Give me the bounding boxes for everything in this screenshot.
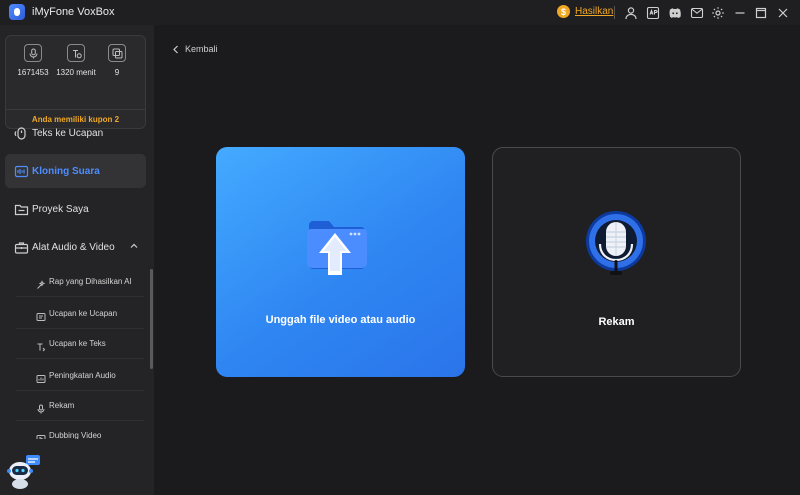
upload-folder-icon [307, 221, 367, 275]
app-logo-icon [9, 4, 25, 20]
sidebar-subitem-label: Ucapan ke Teks [49, 339, 106, 348]
account-stats-card: 1671453 1320 menit 9 Anda memiliki kupon… [5, 35, 146, 129]
mouse-voice-icon [13, 125, 29, 141]
ai-rap-icon [36, 277, 46, 289]
sidebar-subitem-ai-rap[interactable]: Rap yang Dihasilkan AI [16, 267, 144, 297]
mail-icon[interactable] [689, 5, 704, 20]
stat-minutes-value: 1320 menit [56, 68, 96, 77]
chevron-up-icon [130, 243, 138, 248]
audio-enhance-icon [36, 371, 46, 383]
title-bar-divider [614, 6, 615, 19]
sidebar-subitem-speech-to-speech[interactable]: Ucapan ke Ucapan [16, 299, 144, 329]
stat-characters: 1671453 [13, 44, 53, 77]
sidebar-item-label: Teks ke Ucapan [32, 127, 104, 139]
sidebar-subitem-record[interactable]: Rekam [16, 391, 144, 421]
sidebar-item-label: Alat Audio & Video [32, 241, 115, 253]
ai-assistant-robot-icon[interactable] [6, 453, 42, 489]
earn-button[interactable]: $ Hasilkan [557, 5, 613, 18]
record-icon [36, 401, 46, 413]
clone-icon [108, 44, 126, 62]
sidebar-item-text-to-speech[interactable]: Teks ke Ucapan [5, 116, 146, 150]
stat-characters-value: 1671453 [17, 68, 49, 77]
sidebar-subitem-label: Rap yang Dihasilkan AI [49, 277, 132, 286]
microphone-record-icon [586, 211, 646, 275]
close-icon[interactable] [775, 5, 790, 20]
minimize-icon[interactable] [732, 5, 747, 20]
stat-count: 9 [97, 44, 137, 77]
record-card[interactable]: Rekam [492, 147, 741, 377]
upload-file-card[interactable]: Unggah file video atau audio [216, 147, 465, 377]
toolbox-icon [13, 239, 29, 255]
app-title: iMyFone VoxBox [32, 6, 115, 18]
sidebar-subitem-label: Rekam [49, 401, 75, 410]
sidebar-subitem-label: Dubbing Video [49, 431, 102, 439]
earn-label: Hasilkan [575, 6, 614, 17]
sidebar-item-audio-video-tools[interactable]: Alat Audio & Video [5, 230, 146, 264]
sidebar-subitem-label: Ucapan ke Ucapan [49, 309, 118, 318]
folder-icon [13, 201, 29, 217]
sidebar-item-voice-cloning[interactable]: Kloning Suara [5, 154, 146, 188]
sidebar: 1671453 1320 menit 9 Anda memiliki kupon… [0, 25, 154, 495]
back-button[interactable]: Kembali [172, 44, 218, 54]
coin-icon: $ [557, 5, 570, 18]
dubbing-icon [36, 431, 46, 439]
sidebar-subitem-speech-to-text[interactable]: Ucapan ke Teks [16, 329, 144, 359]
app-icon[interactable] [645, 5, 660, 20]
microphone-icon [24, 44, 42, 62]
chevron-left-icon [173, 45, 178, 53]
sidebar-item-label: Kloning Suara [32, 165, 100, 177]
sidebar-subitem-audio-enhance[interactable]: Peningkatan Audio [16, 361, 144, 391]
settings-icon[interactable] [710, 5, 725, 20]
sidebar-subitem-label: Peningkatan Audio [49, 371, 116, 380]
user-icon[interactable] [623, 5, 638, 20]
stat-count-value: 9 [114, 68, 120, 77]
discord-icon[interactable] [667, 5, 682, 20]
sidebar-item-label: Proyek Saya [32, 203, 89, 215]
upload-card-label: Unggah file video atau audio [265, 314, 416, 326]
maximize-icon[interactable] [753, 5, 768, 20]
stat-minutes: 1320 menit [56, 44, 96, 77]
sidebar-item-my-projects[interactable]: Proyek Saya [5, 192, 146, 226]
record-card-label: Rekam [598, 316, 635, 328]
main-content: Kembali Unggah file video atau audio Rek… [154, 25, 800, 495]
sidebar-subitem-dubbing[interactable]: Dubbing Video [16, 423, 144, 439]
text-timer-icon [67, 44, 85, 62]
title-bar: iMyFone VoxBox $ Hasilkan [0, 0, 800, 25]
voice-clone-icon [13, 163, 29, 179]
speech-to-speech-icon [36, 309, 46, 321]
back-label: Kembali [185, 44, 218, 54]
sidebar-scrollbar[interactable] [150, 269, 153, 369]
speech-to-text-icon [36, 339, 46, 351]
